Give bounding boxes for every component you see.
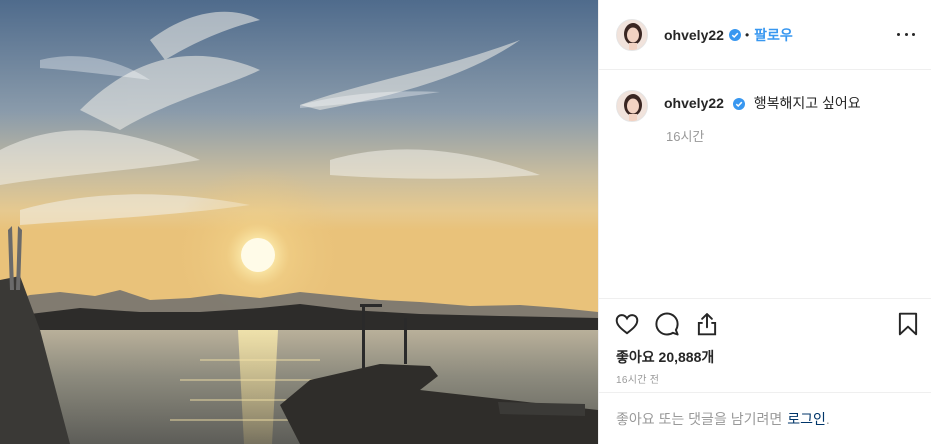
- caption-avatar-image: [617, 91, 647, 121]
- share-icon[interactable]: [694, 311, 720, 337]
- header-separator: •: [744, 27, 750, 42]
- caption-avatar[interactable]: [616, 90, 648, 122]
- comment-prompt-period: .: [825, 410, 830, 427]
- action-section: 좋아요 20,888개 16시간 전: [599, 298, 931, 386]
- comment-prompt: 좋아요 또는 댓글을 남기려면: [616, 410, 783, 427]
- post-timestamp[interactable]: 16시간 전: [616, 371, 659, 386]
- login-link[interactable]: 로그인: [787, 409, 826, 429]
- caption-text: ohvely22 행복해지고 싶어요: [664, 90, 861, 114]
- sunset-photo: [0, 0, 598, 444]
- avatar-image: [617, 19, 647, 50]
- caption-username[interactable]: ohvely22: [664, 95, 724, 111]
- caption-time[interactable]: 16시간: [666, 126, 704, 145]
- follow-button[interactable]: 팔로우: [754, 25, 793, 45]
- comment-login-bar: 좋아요 또는 댓글을 남기려면 로그인 .: [599, 392, 931, 444]
- verified-badge-icon: [728, 28, 741, 41]
- comment-icon[interactable]: [654, 311, 680, 337]
- post-side-panel: ohvely22 • 팔로우 ohvely22 행복해지고 싶어요 16시간 좋…: [598, 0, 931, 444]
- heart-icon[interactable]: [614, 311, 640, 337]
- caption: ohvely22 행복해지고 싶어요 16시간: [616, 90, 916, 144]
- header-username[interactable]: ohvely22: [664, 27, 724, 43]
- caption-verified-badge-icon: [732, 98, 745, 111]
- like-count[interactable]: 좋아요 20,888개: [616, 347, 714, 367]
- post-header: ohvely22 • 팔로우: [599, 0, 931, 70]
- caption-body: 행복해지고 싶어요: [753, 95, 861, 111]
- action-bar: [599, 299, 931, 349]
- more-options-icon[interactable]: [894, 24, 918, 44]
- bookmark-icon[interactable]: [895, 311, 921, 337]
- post-image[interactable]: [0, 0, 598, 444]
- avatar[interactable]: [616, 18, 648, 51]
